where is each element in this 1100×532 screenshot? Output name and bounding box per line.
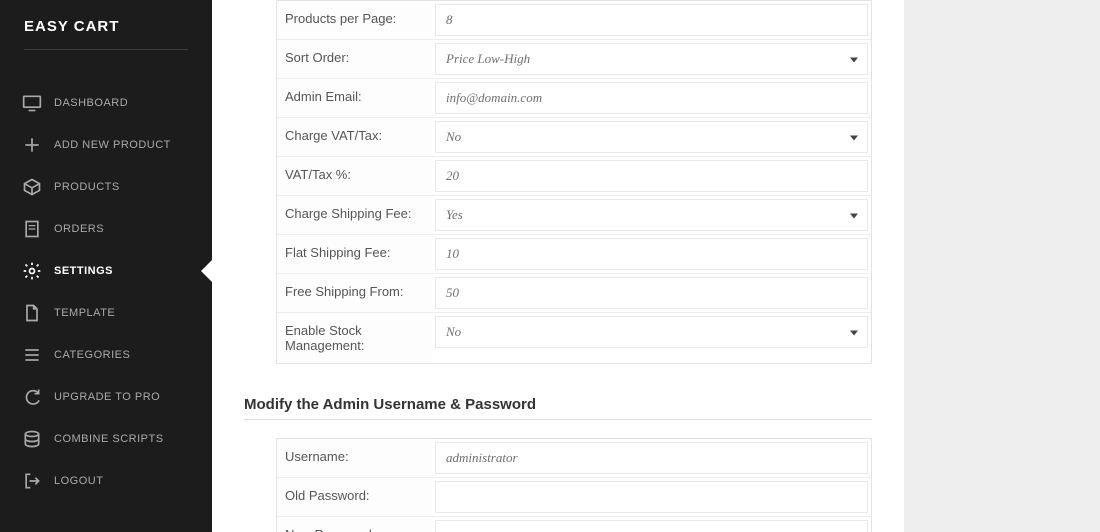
sidebar-nav: DASHBOARD ADD NEW PRODUCT PRODUCTS ORDER… [0,82,212,502]
receipt-icon [22,219,42,239]
input-username[interactable] [435,442,868,474]
admin-table: Username: Old Password: New Password: [276,438,872,532]
select-charge-vat[interactable]: No [435,121,868,153]
sidebar: EASY CART DASHBOARD ADD NEW PRODUCT PROD… [0,0,212,532]
file-icon [22,303,42,323]
label-admin-email: Admin Email: [277,79,432,117]
box-icon [22,177,42,197]
brand-divider [24,49,188,50]
sidebar-item-label: UPGRADE TO PRO [54,391,160,403]
input-admin-email[interactable] [435,82,868,114]
settings-table: Products per Page: Sort Order: Price Low… [276,0,872,364]
label-vat-pct: VAT/Tax %: [277,157,432,195]
row-products-per-page: Products per Page: [277,1,871,39]
sidebar-item-label: DASHBOARD [54,97,128,109]
right-gutter [904,0,1100,532]
row-sort-order: Sort Order: Price Low-High [277,39,871,78]
input-new-password[interactable] [435,520,868,532]
select-charge-ship[interactable]: Yes [435,199,868,231]
sidebar-item-settings[interactable]: SETTINGS [0,250,212,292]
plus-icon [22,135,42,155]
label-products-per-page: Products per Page: [277,1,432,39]
input-old-password[interactable] [435,481,868,513]
sidebar-item-add-product[interactable]: ADD NEW PRODUCT [0,124,212,166]
sidebar-item-orders[interactable]: ORDERS [0,208,212,250]
sidebar-item-label: LOGOUT [54,475,103,487]
brand-title: EASY CART [24,18,188,35]
admin-section-heading: Modify the Admin Username & Password [244,396,872,413]
sidebar-item-label: ADD NEW PRODUCT [54,139,171,151]
label-new-password: New Password: [277,517,432,532]
row-charge-ship: Charge Shipping Fee: Yes [277,195,871,234]
row-admin-email: Admin Email: [277,78,871,117]
label-sort-order: Sort Order: [277,40,432,78]
row-new-password: New Password: [277,516,871,532]
sidebar-item-upgrade[interactable]: UPGRADE TO PRO [0,376,212,418]
monitor-icon [22,93,42,113]
select-stock-mgmt[interactable]: No [435,316,868,348]
main: Products per Page: Sort Order: Price Low… [212,0,1100,532]
row-vat-pct: VAT/Tax %: [277,156,871,195]
sidebar-item-logout[interactable]: LOGOUT [0,460,212,502]
input-vat-pct[interactable] [435,160,868,192]
input-free-ship[interactable] [435,277,868,309]
input-flat-ship[interactable] [435,238,868,270]
row-charge-vat: Charge VAT/Tax: No [277,117,871,156]
sidebar-item-label: ORDERS [54,223,104,235]
sidebar-item-label: CATEGORIES [54,349,130,361]
label-free-ship: Free Shipping From: [277,274,432,312]
sidebar-item-label: SETTINGS [54,265,113,277]
sidebar-item-template[interactable]: TEMPLATE [0,292,212,334]
sidebar-item-label: TEMPLATE [54,307,115,319]
row-free-ship: Free Shipping From: [277,273,871,312]
row-flat-ship: Flat Shipping Fee: [277,234,871,273]
sidebar-item-label: COMBINE SCRIPTS [54,433,164,445]
select-sort-order[interactable]: Price Low-High [435,43,868,75]
label-charge-vat: Charge VAT/Tax: [277,118,432,156]
label-charge-ship: Charge Shipping Fee: [277,196,432,234]
sidebar-item-dashboard[interactable]: DASHBOARD [0,82,212,124]
sidebar-item-combine[interactable]: COMBINE SCRIPTS [0,418,212,460]
row-old-password: Old Password: [277,477,871,516]
label-username: Username: [277,439,432,477]
label-old-password: Old Password: [277,478,432,516]
sidebar-item-products[interactable]: PRODUCTS [0,166,212,208]
row-stock-mgmt: Enable Stock Management: No [277,312,871,363]
row-username: Username: [277,439,871,477]
sidebar-item-label: PRODUCTS [54,181,120,193]
sidebar-item-categories[interactable]: CATEGORIES [0,334,212,376]
gear-icon [22,261,42,281]
logout-icon [22,471,42,491]
label-flat-ship: Flat Shipping Fee: [277,235,432,273]
admin-section-hr [244,419,872,420]
list-icon [22,345,42,365]
refresh-icon [22,387,42,407]
input-products-per-page[interactable] [435,4,868,36]
database-icon [22,429,42,449]
label-stock-mgmt: Enable Stock Management: [277,313,432,363]
